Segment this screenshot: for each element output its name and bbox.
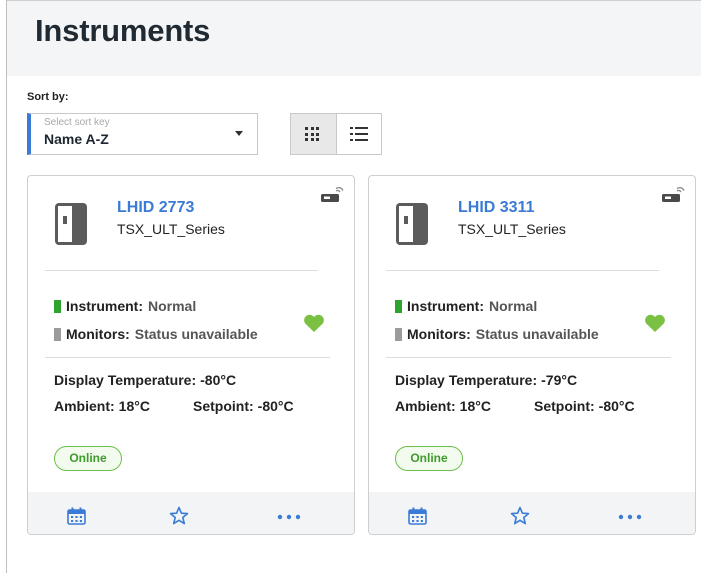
setpoint-value: -80°C: [598, 398, 635, 414]
setpoint-value: -80°C: [257, 398, 294, 414]
ambient-label: Ambient:: [395, 398, 456, 414]
monitors-status-label: Monitors:: [66, 326, 130, 342]
instrument-status-label: Instrument:: [66, 298, 143, 314]
sort-by-label: Sort by:: [27, 91, 69, 103]
monitors-status-value: Status unavailable: [134, 326, 258, 342]
more-options-icon[interactable]: [618, 514, 642, 520]
more-options-icon[interactable]: [277, 514, 301, 520]
monitors-status-line: Monitors: Status unavailable: [395, 326, 599, 342]
status-normal-indicator: [54, 299, 61, 313]
sort-key-select[interactable]: Select sort key Name A-Z: [27, 113, 258, 155]
ambient-value: 18°C: [459, 398, 491, 414]
card-divider: [386, 270, 659, 271]
setpoint-temperature: Setpoint: -80°C: [193, 398, 294, 414]
instrument-id-link[interactable]: LHID 3311: [458, 199, 534, 217]
caret-down-icon: [235, 131, 243, 136]
list-icon: [349, 127, 368, 141]
setpoint-temperature: Setpoint: -80°C: [534, 398, 635, 414]
grid-icon: [305, 127, 319, 141]
freezer-icon: [55, 203, 87, 245]
display-temperature: Display Temperature: -79°C: [395, 372, 577, 388]
monitors-status-value: Status unavailable: [475, 326, 599, 342]
online-status-badge: Online: [54, 446, 122, 471]
instrument-status-line: Instrument: Normal: [54, 298, 196, 314]
setpoint-label: Setpoint:: [193, 398, 254, 414]
monitors-status-line: Monitors: Status unavailable: [54, 326, 258, 342]
instrument-series: TSX_ULT_Series: [117, 221, 225, 237]
view-mode-toggle: [290, 113, 382, 155]
ambient-temperature: Ambient: 18°C: [395, 398, 491, 414]
freezer-icon: [396, 203, 428, 245]
instrument-card[interactable]: LHID 3311 TSX_ULT_Series Instrument: Nor…: [368, 175, 696, 535]
list-view-button[interactable]: [336, 114, 381, 154]
wireless-device-icon: [662, 186, 685, 202]
heart-icon: [645, 314, 665, 332]
page-title: Instruments: [35, 13, 211, 48]
display-temperature: Display Temperature: -80°C: [54, 372, 236, 388]
display-temperature-label: Display Temperature:: [54, 372, 197, 388]
instrument-status-value: Normal: [148, 298, 197, 314]
heart-icon: [304, 314, 324, 332]
card-divider: [45, 270, 318, 271]
ambient-temperature: Ambient: 18°C: [54, 398, 150, 414]
calendar-icon[interactable]: [408, 507, 427, 525]
ambient-label: Ambient:: [54, 398, 115, 414]
monitors-status-label: Monitors:: [407, 326, 471, 342]
status-unavailable-indicator: [395, 327, 402, 341]
status-normal-indicator: [395, 299, 402, 313]
card-divider: [45, 357, 330, 358]
setpoint-label: Setpoint:: [534, 398, 595, 414]
star-icon[interactable]: [510, 506, 530, 526]
instrument-id-link[interactable]: LHID 2773: [117, 199, 194, 217]
instrument-card[interactable]: LHID 2773 TSX_ULT_Series Instrument: Nor…: [27, 175, 355, 535]
sort-key-value: Name A-Z: [44, 131, 109, 147]
online-status-badge: Online: [395, 446, 463, 471]
star-icon[interactable]: [169, 506, 189, 526]
calendar-icon[interactable]: [67, 507, 86, 525]
grid-view-button[interactable]: [291, 114, 337, 154]
status-unavailable-indicator: [54, 327, 61, 341]
instrument-status-line: Instrument: Normal: [395, 298, 537, 314]
instrument-status-label: Instrument:: [407, 298, 484, 314]
display-temperature-label: Display Temperature:: [395, 372, 538, 388]
sort-key-placeholder: Select sort key: [44, 117, 110, 128]
card-divider: [386, 357, 671, 358]
instrument-status-value: Normal: [489, 298, 538, 314]
wireless-device-icon: [321, 186, 344, 202]
frame-border: [6, 0, 7, 573]
ambient-value: 18°C: [118, 398, 150, 414]
page-header: Instruments: [7, 0, 701, 76]
instrument-series: TSX_ULT_Series: [458, 221, 566, 237]
display-temperature-value: -80°C: [200, 372, 237, 388]
display-temperature-value: -79°C: [541, 372, 578, 388]
